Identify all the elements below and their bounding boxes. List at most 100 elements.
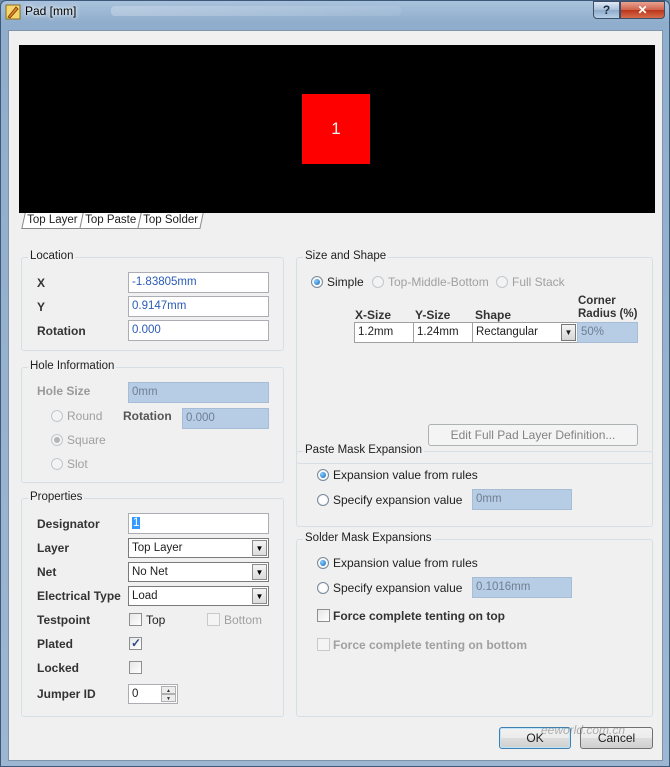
testpoint-bottom-checkbox[interactable] bbox=[207, 613, 220, 626]
simple-radio[interactable] bbox=[311, 276, 323, 288]
plated-checkbox[interactable] bbox=[129, 636, 142, 650]
paste-mask-group: Paste Mask Expansion Expansion value fro… bbox=[296, 444, 653, 527]
ysize-cell[interactable]: 1.24mm bbox=[413, 322, 473, 343]
rotation-input[interactable]: 0.000 bbox=[128, 320, 269, 341]
tent-bottom-label: Force complete tenting on bottom bbox=[333, 638, 527, 652]
rotation-label: Rotation bbox=[37, 324, 86, 338]
hole-rotation-input[interactable]: 0.000 bbox=[182, 408, 269, 429]
top-middle-bottom-radio[interactable] bbox=[372, 276, 384, 288]
tent-top-checkbox[interactable] bbox=[317, 609, 330, 622]
solder-specify-radio[interactable] bbox=[317, 582, 329, 594]
layer-label: Layer bbox=[37, 541, 70, 555]
paste-mask-title: Paste Mask Expansion bbox=[303, 444, 424, 456]
net-select[interactable]: No Net ▼ bbox=[128, 562, 269, 582]
solder-mask-title: Solder Mask Expansions bbox=[303, 532, 434, 544]
square-label: Square bbox=[67, 433, 106, 447]
paste-expansion-input[interactable]: 0mm bbox=[472, 489, 572, 510]
y-input[interactable]: 0.9147mm bbox=[128, 296, 269, 317]
hole-rotation-label: Rotation bbox=[123, 409, 172, 423]
hole-size-label: Hole Size bbox=[37, 384, 91, 398]
electrical-type-label: Electrical Type bbox=[37, 589, 121, 603]
round-label: Round bbox=[67, 409, 103, 423]
pad-properties-window: Pad [mm] ? ✕ 1 Top Layer Top Paste Top S… bbox=[0, 0, 670, 767]
testpoint-top-checkbox[interactable] bbox=[129, 613, 142, 626]
corner-radius-cell[interactable]: 50% bbox=[577, 322, 638, 343]
window-title: Pad [mm] bbox=[25, 4, 77, 18]
app-pencil-icon bbox=[5, 4, 21, 20]
designator-label: Designator bbox=[37, 517, 100, 531]
solder-specify-label: Specify expansion value bbox=[333, 581, 463, 595]
spin-down-icon[interactable]: ▼ bbox=[161, 694, 176, 702]
hole-info-title: Hole Information bbox=[28, 360, 117, 372]
title-bar-blur bbox=[111, 6, 401, 16]
paste-from-rules-radio[interactable] bbox=[317, 469, 329, 481]
tent-bottom-checkbox[interactable] bbox=[317, 638, 330, 651]
col-corner-header: Corner Radius (%) bbox=[578, 295, 638, 320]
hole-info-group: Hole Information Hole Size 0mm Round Squ… bbox=[21, 360, 284, 483]
spin-up-icon[interactable]: ▲ bbox=[161, 686, 176, 694]
solder-from-rules-radio[interactable] bbox=[317, 557, 329, 569]
paste-specify-label: Specify expansion value bbox=[333, 493, 463, 507]
solder-from-rules-label: Expansion value from rules bbox=[333, 556, 478, 570]
col-ysize-header: Y-Size bbox=[415, 308, 451, 322]
slot-label: Slot bbox=[67, 457, 88, 471]
chevron-down-icon[interactable]: ▼ bbox=[252, 588, 267, 604]
jumper-id-label: Jumper ID bbox=[37, 687, 96, 701]
pad-preview-shape: 1 bbox=[302, 94, 370, 164]
pad-preview[interactable]: 1 bbox=[19, 45, 655, 213]
electrical-type-select[interactable]: Load ▼ bbox=[128, 586, 269, 606]
designator-value: 1 bbox=[132, 517, 141, 529]
designator-input[interactable]: 1 bbox=[128, 513, 269, 534]
shape-value: Rectangular bbox=[476, 326, 539, 338]
net-label: Net bbox=[37, 565, 57, 579]
jumper-id-spinner[interactable]: 0 ▲ ▼ bbox=[128, 684, 178, 704]
top-middle-bottom-label: Top-Middle-Bottom bbox=[388, 275, 489, 289]
paste-from-rules-label: Expansion value from rules bbox=[333, 468, 478, 482]
paste-specify-radio[interactable] bbox=[317, 494, 329, 506]
col-xsize-header: X-Size bbox=[355, 308, 392, 322]
x-input[interactable]: -1.83805mm bbox=[128, 272, 269, 293]
size-shape-title: Size and Shape bbox=[303, 250, 389, 262]
xsize-cell[interactable]: 1.2mm bbox=[354, 322, 414, 343]
pad-preview-designator: 1 bbox=[331, 119, 341, 138]
shape-cell[interactable]: Rectangular ▼ bbox=[472, 322, 578, 343]
help-button[interactable]: ? bbox=[593, 1, 620, 19]
electrical-type-value: Load bbox=[132, 590, 158, 602]
hole-size-input[interactable]: 0mm bbox=[128, 382, 269, 403]
tent-top-label: Force complete tenting on top bbox=[333, 609, 506, 623]
simple-label: Simple bbox=[327, 275, 364, 289]
slot-radio[interactable] bbox=[51, 458, 63, 470]
y-label: Y bbox=[37, 300, 46, 314]
spinner-buttons: ▲ ▼ bbox=[161, 686, 176, 702]
size-shape-group: Size and Shape Simple Top-Middle-Bottom … bbox=[296, 250, 653, 464]
chevron-down-icon[interactable]: ▼ bbox=[252, 564, 267, 580]
properties-group: Properties Designator 1 Layer Top Layer … bbox=[21, 491, 284, 717]
x-label: X bbox=[37, 276, 46, 290]
watermark: eeworld.com.cn bbox=[541, 723, 626, 737]
full-stack-label: Full Stack bbox=[512, 275, 565, 289]
full-stack-radio[interactable] bbox=[496, 276, 508, 288]
solder-mask-group: Solder Mask Expansions Expansion value f… bbox=[296, 532, 653, 717]
edit-full-pad-layer-button[interactable]: Edit Full Pad Layer Definition... bbox=[428, 424, 638, 446]
tab-top-layer[interactable]: Top Layer bbox=[21, 213, 84, 229]
close-button[interactable]: ✕ bbox=[620, 1, 665, 19]
tab-top-solder[interactable]: Top Solder bbox=[137, 213, 204, 229]
chevron-down-icon[interactable]: ▼ bbox=[561, 324, 576, 341]
location-title: Location bbox=[28, 250, 76, 262]
round-radio[interactable] bbox=[51, 410, 63, 422]
solder-expansion-input[interactable]: 0.1016mm bbox=[472, 577, 572, 598]
tab-top-paste[interactable]: Top Paste bbox=[79, 213, 142, 229]
square-radio[interactable] bbox=[51, 434, 63, 446]
properties-title: Properties bbox=[28, 491, 85, 503]
locked-checkbox[interactable] bbox=[129, 661, 142, 674]
testpoint-top-label: Top bbox=[146, 613, 166, 627]
net-value: No Net bbox=[132, 566, 168, 578]
testpoint-bottom-label: Bottom bbox=[224, 613, 263, 627]
testpoint-label: Testpoint bbox=[37, 613, 91, 627]
layer-value: Top Layer bbox=[132, 542, 183, 554]
location-group: Location X -1.83805mm Y 0.9147mm Rotatio… bbox=[21, 250, 284, 351]
title-bar[interactable]: Pad [mm] ? ✕ bbox=[1, 1, 669, 23]
chevron-down-icon[interactable]: ▼ bbox=[252, 540, 267, 556]
plated-label: Plated bbox=[37, 637, 74, 651]
layer-select[interactable]: Top Layer ▼ bbox=[128, 538, 269, 558]
